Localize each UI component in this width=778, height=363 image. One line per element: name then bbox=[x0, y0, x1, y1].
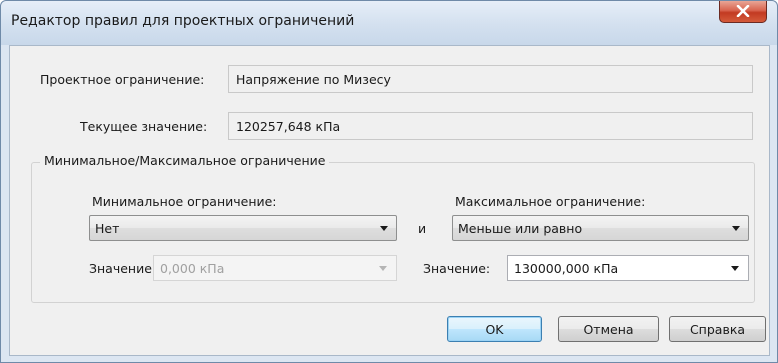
rule-editor-dialog: Редактор правил для проектных ограничени… bbox=[0, 0, 778, 363]
close-button[interactable] bbox=[719, 1, 767, 23]
title-bar[interactable]: Редактор правил для проектных ограничени… bbox=[1, 1, 777, 45]
max-value-text: 130000,000 кПа bbox=[514, 261, 619, 276]
current-value-field: 120257,648 кПа bbox=[228, 112, 753, 140]
cancel-button[interactable]: Отмена bbox=[558, 316, 659, 342]
window-title: Редактор правил для проектных ограничени… bbox=[11, 13, 355, 29]
max-constraint-label: Максимальное ограничение: bbox=[455, 194, 646, 209]
close-icon bbox=[736, 5, 750, 17]
max-constraint-dropdown[interactable]: Меньше или равно bbox=[452, 215, 749, 241]
ok-button[interactable]: OK bbox=[447, 316, 542, 342]
constraint-field: Напряжение по Мизесу bbox=[228, 65, 753, 93]
max-value-field[interactable]: 130000,000 кПа bbox=[507, 255, 749, 281]
min-constraint-label: Минимальное ограничение: bbox=[92, 194, 277, 209]
min-value-text: 0,000 кПа bbox=[160, 261, 225, 276]
chevron-down-icon bbox=[380, 226, 388, 231]
chevron-down-icon bbox=[732, 226, 740, 231]
help-button[interactable]: Справка bbox=[669, 316, 766, 342]
min-value-field: 0,000 кПа bbox=[153, 255, 397, 281]
min-constraint-selected: Нет bbox=[95, 221, 120, 236]
min-constraint-dropdown[interactable]: Нет bbox=[89, 215, 397, 241]
constraint-label: Проектное ограничение: bbox=[40, 72, 205, 87]
and-connector: и bbox=[418, 221, 427, 236]
max-value-label: Значение: bbox=[423, 261, 491, 276]
chevron-down-icon bbox=[379, 266, 387, 271]
current-value-label: Текущее значение: bbox=[80, 119, 208, 134]
group-title: Минимальное/Максимальное ограничение bbox=[40, 153, 330, 168]
max-constraint-selected: Меньше или равно bbox=[458, 221, 583, 236]
min-value-label: Значение: bbox=[89, 261, 157, 276]
chevron-down-icon bbox=[731, 266, 739, 271]
